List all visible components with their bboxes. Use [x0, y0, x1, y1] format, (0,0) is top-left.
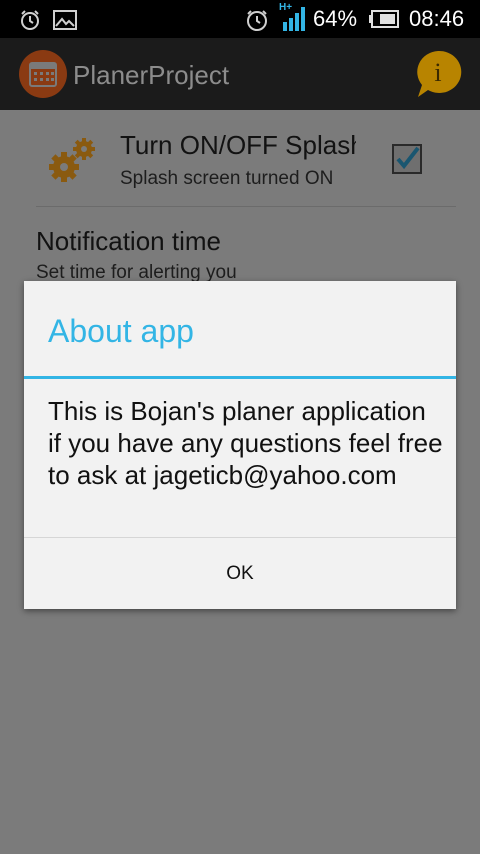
notification-pref-title: Notification time [36, 226, 221, 256]
network-type-badge: H+ [279, 2, 293, 13]
battery-icon [369, 10, 399, 28]
clock: 08:46 [409, 6, 465, 31]
checkmark-icon [396, 146, 420, 170]
gears-icon [49, 138, 95, 182]
battery-percent: 64% [313, 6, 358, 31]
list-divider [36, 206, 456, 207]
splash-pref-summary: Splash screen turned ON [120, 168, 334, 189]
app-title: PlanerProject [73, 60, 230, 90]
alarm-clock-icon [247, 10, 267, 31]
about-dialog: About app This is Bojan's planer applica… [24, 281, 456, 609]
dialog-title: About app [48, 313, 194, 349]
ok-button[interactable]: OK [24, 538, 456, 609]
alarm-icon [21, 10, 39, 30]
info-icon-glyph: i [434, 58, 441, 87]
dialog-message: This is Bojan's planer application if yo… [48, 396, 443, 490]
splash-pref-title: Turn ON/OFF Splash screen [120, 130, 356, 160]
app-logo[interactable] [19, 50, 67, 98]
action-bar: PlanerProject i [0, 38, 480, 110]
status-bar: H+ 64% 08:46 [0, 0, 480, 38]
splash-checkbox[interactable] [392, 144, 422, 174]
info-icon[interactable]: i [414, 49, 462, 99]
dialog-title-divider [24, 376, 456, 379]
calendar-icon [29, 62, 57, 87]
image-notification-icon [53, 10, 77, 30]
